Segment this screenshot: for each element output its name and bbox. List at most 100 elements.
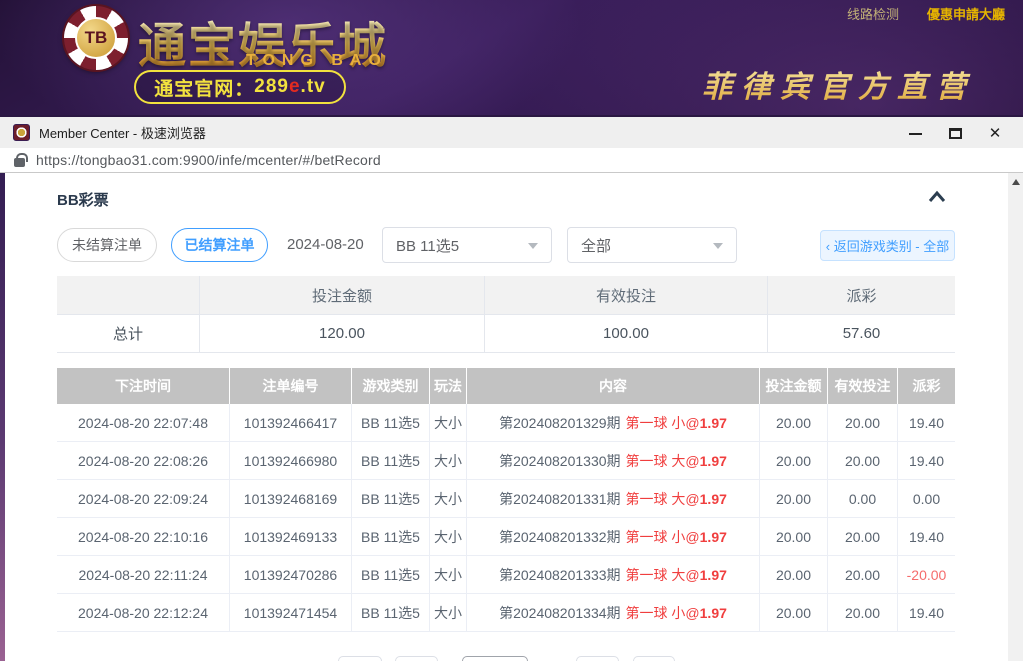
col-payout: 派彩	[898, 368, 955, 404]
cell-valid: 20.00	[828, 594, 898, 632]
date-filter[interactable]: 2024-08-20	[287, 236, 364, 253]
cell-bet: 20.00	[760, 594, 828, 632]
bet-period: 第202408201330期	[499, 451, 620, 471]
section-title: BB彩票	[57, 189, 109, 210]
line-check-link[interactable]: 线路检测	[847, 7, 899, 22]
cell-detail: 第202408201329期第一球 小@1.97	[467, 404, 760, 442]
bet-pick: 第一球 小@	[626, 603, 700, 623]
bet-records-table: 下注时间 注单编号 游戏类别 玩法 内容 投注金额 有效投注 派彩 2024-0…	[57, 368, 955, 632]
cell-detail: 第202408201333期第一球 大@1.97	[467, 556, 760, 594]
cell-payout: 19.40	[898, 404, 955, 442]
bet-odds: 1.97	[700, 415, 727, 431]
cell-time: 2024-08-20 22:12:24	[57, 594, 230, 632]
cell-bet: 20.00	[760, 442, 828, 480]
header-links: 线路检测 優惠申請大廳	[847, 4, 1005, 23]
col-time: 下注时间	[57, 368, 230, 404]
col-bet: 投注金额	[760, 368, 828, 404]
site-header: TB 通宝娱乐城 TONG BAO 通宝官网： 289 e .tv 线路检测優惠…	[0, 0, 1023, 115]
poker-chip-logo-icon: TB	[64, 6, 128, 70]
table-row: 2024-08-20 22:09:24 101392468169 BB 11选5…	[57, 480, 955, 518]
cell-time: 2024-08-20 22:08:26	[57, 442, 230, 480]
cell-game: BB 11选5	[352, 518, 430, 556]
cell-game: BB 11选5	[352, 556, 430, 594]
cell-order: 101392469133	[230, 518, 352, 556]
cell-bet: 20.00	[760, 556, 828, 594]
cell-time: 2024-08-20 22:11:24	[57, 556, 230, 594]
maximize-icon	[949, 128, 962, 139]
col-order: 注单编号	[230, 368, 352, 404]
summary-header-blank	[57, 276, 200, 314]
bet-period: 第202408201329期	[499, 413, 620, 433]
cell-bet: 20.00	[760, 518, 828, 556]
bet-pick: 第一球 大@	[626, 565, 700, 585]
cell-game: BB 11选5	[352, 404, 430, 442]
cell-valid: 0.00	[828, 480, 898, 518]
minimize-icon	[909, 133, 922, 135]
lock-icon	[14, 158, 25, 167]
summary-header-bet: 投注金额	[200, 276, 485, 314]
content-area: BB彩票 未结算注单 已结算注单 2024-08-20 BB 11选5 全部 ‹…	[0, 173, 1023, 661]
browser-favicon-icon	[13, 124, 30, 141]
cell-detail: 第202408201331期第一球 大@1.97	[467, 480, 760, 518]
bet-odds: 1.97	[700, 567, 727, 583]
game-select[interactable]: BB 11选5	[382, 227, 552, 263]
pagination-button-active[interactable]	[462, 656, 528, 661]
cell-order: 101392466980	[230, 442, 352, 480]
cell-order: 101392468169	[230, 480, 352, 518]
bet-period: 第202408201334期	[499, 603, 620, 623]
maximize-button[interactable]	[935, 117, 975, 150]
promo-hall-link[interactable]: 優惠申請大廳	[927, 7, 1005, 22]
badge-number: 289	[254, 76, 289, 98]
bet-odds: 1.97	[700, 453, 727, 469]
summary-table: 投注金额 有效投注 派彩 总计 120.00 100.00 57.60	[57, 276, 955, 353]
cell-play: 大小	[430, 404, 467, 442]
pagination-button[interactable]	[395, 656, 438, 661]
bet-period: 第202408201333期	[499, 565, 620, 585]
table-row: 2024-08-20 22:08:26 101392466980 BB 11选5…	[57, 442, 955, 480]
official-site-badge[interactable]: 通宝官网： 289 e .tv	[134, 70, 346, 104]
scroll-up-arrow-icon	[1012, 179, 1020, 185]
cell-payout: 19.40	[898, 442, 955, 480]
cell-play: 大小	[430, 518, 467, 556]
bet-period: 第202408201332期	[499, 527, 620, 547]
left-background-strip	[0, 173, 5, 661]
summary-header-row: 投注金额 有效投注 派彩	[57, 276, 955, 314]
badge-suffix: .tv	[301, 76, 326, 98]
cell-detail: 第202408201330期第一球 大@1.97	[467, 442, 760, 480]
bet-pick: 第一球 小@	[626, 413, 700, 433]
collapse-section-button[interactable]	[922, 186, 952, 208]
bet-odds: 1.97	[700, 529, 727, 545]
cell-game: BB 11选5	[352, 594, 430, 632]
chevron-down-icon	[713, 243, 723, 249]
pagination-button[interactable]	[576, 656, 619, 661]
cell-time: 2024-08-20 22:10:16	[57, 518, 230, 556]
cell-valid: 20.00	[828, 404, 898, 442]
pagination-button[interactable]	[633, 656, 675, 661]
cell-payout: -20.00	[898, 556, 955, 594]
settled-bets-tab[interactable]: 已结算注单	[171, 228, 268, 262]
close-button[interactable]: ✕	[975, 117, 1015, 150]
game-select-value: BB 11选5	[396, 235, 459, 256]
window-title: Member Center - 极速浏览器	[39, 123, 206, 142]
table-row: 2024-08-20 22:12:24 101392471454 BB 11选5…	[57, 594, 955, 632]
unsettled-bets-tab[interactable]: 未结算注单	[57, 228, 157, 262]
type-select-value: 全部	[581, 235, 611, 256]
cell-order: 101392471454	[230, 594, 352, 632]
back-to-game-category-button[interactable]: ‹ 返回游戏类别 - 全部	[820, 230, 955, 261]
cell-detail: 第202408201334期第一球 小@1.97	[467, 594, 760, 632]
type-select[interactable]: 全部	[567, 227, 737, 263]
page: TB 通宝娱乐城 TONG BAO 通宝官网： 289 e .tv 线路检测優惠…	[0, 0, 1023, 661]
vertical-scrollbar[interactable]	[1008, 173, 1023, 661]
url-bar[interactable]: https://tongbao31.com:9900/infe/mcenter/…	[0, 148, 1023, 173]
cell-payout: 19.40	[898, 594, 955, 632]
cell-bet: 20.00	[760, 480, 828, 518]
summary-header-payout: 派彩	[768, 276, 955, 314]
pagination-button[interactable]	[338, 656, 382, 661]
bet-pick: 第一球 大@	[626, 489, 700, 509]
bet-odds: 1.97	[700, 605, 727, 621]
url-text[interactable]: https://tongbao31.com:9900/infe/mcenter/…	[36, 152, 381, 168]
badge-highlight: e	[289, 76, 301, 98]
minimize-button[interactable]	[895, 117, 935, 150]
table-row: 2024-08-20 22:10:16 101392469133 BB 11选5…	[57, 518, 955, 556]
official-slogan: 菲律宾官方直营	[702, 62, 975, 106]
